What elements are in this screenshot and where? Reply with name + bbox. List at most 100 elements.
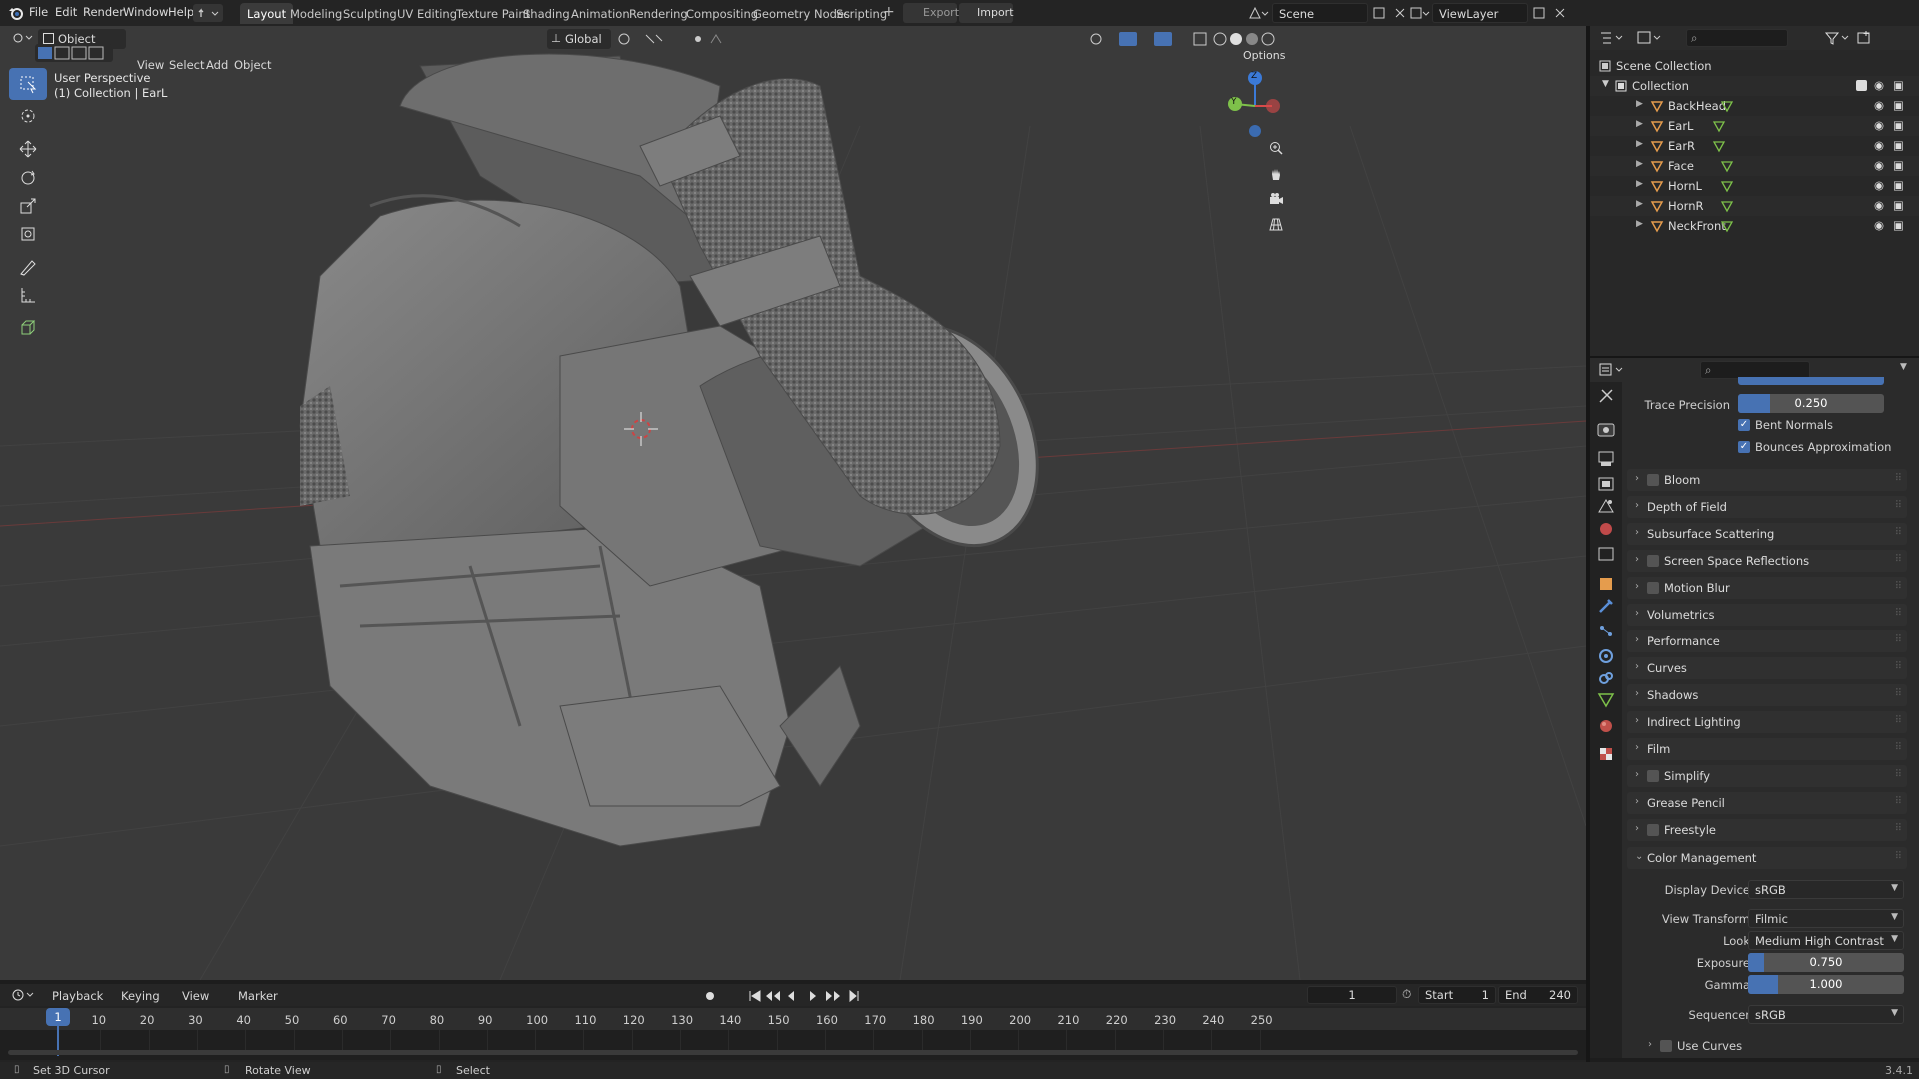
panel-subsurface-scattering[interactable]: › Subsurface Scattering ⠿ [1627, 522, 1907, 545]
panel-grip-icon[interactable]: ⠿ [1895, 742, 1902, 753]
panel-grip-icon[interactable]: ⠿ [1895, 500, 1902, 511]
visibility-eye-icon[interactable]: ◉ [1874, 98, 1884, 112]
panel-grip-icon[interactable]: ⠿ [1895, 796, 1902, 807]
outliner-object-row[interactable]: ▶ HornL ◉ ▣ [1590, 176, 1919, 196]
panel-enable-checkbox[interactable] [1647, 769, 1659, 782]
expand-object-icon[interactable]: ▶ [1636, 119, 1643, 129]
panel-grip-icon[interactable]: ⠿ [1895, 554, 1902, 565]
upload-menu-button[interactable] [193, 4, 223, 22]
render-camera-icon[interactable]: ▣ [1893, 118, 1904, 132]
panel-grip-icon[interactable]: ⠿ [1895, 634, 1902, 645]
timeline-menu-view[interactable]: View [182, 989, 209, 1003]
panel-film[interactable]: › Film ⠿ [1627, 738, 1907, 760]
navigation-gizmo[interactable]: Z Y [1220, 66, 1290, 146]
render-camera-icon[interactable]: ▣ [1893, 178, 1904, 192]
editor-type-icon[interactable] [10, 29, 36, 47]
scene-name-field[interactable]: Scene [1272, 3, 1368, 23]
expand-collection-icon[interactable]: ▼ [1602, 79, 1609, 89]
outliner-scene-collection-row[interactable]: Scene Collection [1590, 56, 1919, 76]
viewport-menu-object[interactable]: Object [234, 58, 271, 72]
stopwatch-icon[interactable]: ⏱ [1402, 987, 1411, 1002]
outliner-object-row[interactable]: ▶ EarR ◉ ▣ [1590, 136, 1919, 156]
panel-grip-icon[interactable]: ⠿ [1895, 473, 1902, 484]
gamma-slider[interactable]: 1.000 [1748, 975, 1904, 994]
new-collection-icon[interactable] [1856, 30, 1872, 46]
filter-icon[interactable] [1824, 30, 1854, 46]
panel-enable-checkbox[interactable] [1647, 823, 1659, 836]
expand-object-icon[interactable]: ▶ [1636, 179, 1643, 189]
timeline-menu-playback[interactable]: Playback [52, 989, 103, 1003]
playhead-frame-indicator[interactable]: 1 [46, 1008, 70, 1026]
view-transform-select[interactable]: Filmic ▼ [1748, 909, 1904, 928]
pan-hand-icon[interactable] [1263, 161, 1289, 187]
perspective-toggle-icon[interactable] [1263, 211, 1289, 237]
view-layer-buttons[interactable] [1530, 4, 1570, 22]
panel-grip-icon[interactable]: ⠿ [1895, 688, 1902, 699]
subpanel-use-curves[interactable]: › Use Curves [1640, 1036, 1910, 1056]
viewport-menu-add[interactable]: Add [206, 58, 228, 72]
scene-buttons[interactable] [1370, 4, 1410, 22]
bent-normals-checkbox[interactable]: ✓ [1738, 419, 1750, 431]
panel-performance[interactable]: › Performance ⠿ [1627, 630, 1907, 653]
blender-logo-icon[interactable] [8, 5, 24, 21]
mesh-data-icon[interactable] [1720, 199, 1734, 213]
panel-volumetrics[interactable]: › Volumetrics ⠿ [1627, 603, 1907, 626]
timeline-scrollbar[interactable] [8, 1050, 1578, 1055]
panel-grip-icon[interactable]: ⠿ [1895, 715, 1902, 726]
outliner-object-row[interactable]: ▶ HornR ◉ ▣ [1590, 196, 1919, 216]
export-button[interactable]: Export [903, 3, 959, 23]
render-camera-icon[interactable]: ▣ [1893, 138, 1904, 152]
outliner-object-row[interactable]: ▶ Face ◉ ▣ [1590, 156, 1919, 176]
menu-edit[interactable]: Edit [55, 5, 77, 19]
trace-precision-slider[interactable]: 0.250 [1738, 394, 1884, 413]
snap-pivot-icons[interactable] [616, 31, 736, 47]
select-box-tool[interactable] [9, 68, 47, 100]
current-frame-field[interactable]: 1 [1307, 986, 1397, 1004]
expand-object-icon[interactable]: ▶ [1636, 159, 1643, 169]
timeline-track[interactable] [0, 1030, 1586, 1060]
use-curves-checkbox[interactable] [1660, 1040, 1672, 1052]
render-camera-icon[interactable]: ▣ [1893, 218, 1904, 232]
visibility-eye-icon[interactable]: ◉ [1874, 198, 1884, 212]
panel-motion-blur[interactable]: › Motion Blur ⠿ [1627, 576, 1907, 599]
expand-object-icon[interactable]: ▶ [1636, 199, 1643, 209]
render-camera-icon[interactable]: ▣ [1893, 198, 1904, 212]
3d-viewport[interactable] [0, 26, 1586, 980]
render-camera-icon[interactable]: ▣ [1893, 78, 1904, 92]
scene-icon[interactable] [1247, 4, 1269, 22]
end-frame-field[interactable]: End 240 [1498, 986, 1578, 1004]
properties-editor-type-icon[interactable] [1598, 362, 1628, 378]
panel-grip-icon[interactable]: ⠿ [1895, 823, 1902, 834]
panel-freestyle[interactable]: › Freestyle ⠿ [1627, 818, 1907, 841]
select-mode-buttons[interactable] [35, 44, 113, 62]
visibility-eye-icon[interactable]: ◉ [1874, 218, 1884, 232]
menu-help[interactable]: Help [168, 5, 194, 19]
visibility-eye-icon[interactable]: ◉ [1874, 138, 1884, 152]
sequencer-select[interactable]: sRGB ▼ [1748, 1005, 1904, 1024]
expand-object-icon[interactable]: ▶ [1636, 99, 1643, 109]
viewport-menu-view[interactable]: View [137, 58, 164, 72]
panel-grip-icon[interactable]: ⠿ [1895, 769, 1902, 780]
mesh-data-icon[interactable] [1720, 179, 1734, 193]
transform-tool[interactable] [9, 218, 47, 250]
render-camera-icon[interactable]: ▣ [1893, 98, 1904, 112]
collection-checkbox[interactable] [1856, 80, 1867, 91]
panel-screen-space-reflections[interactable]: › Screen Space Reflections ⠿ [1627, 549, 1907, 572]
look-select[interactable]: Medium High Contrast ▼ [1748, 931, 1904, 950]
move-tool[interactable] [9, 133, 47, 165]
visibility-eye-icon[interactable]: ◉ [1874, 158, 1884, 172]
outliner-search-input[interactable]: ⌕ [1686, 29, 1788, 47]
camera-view-icon[interactable] [1263, 186, 1289, 212]
panel-grease-pencil[interactable]: › Grease Pencil ⠿ [1627, 791, 1907, 814]
panel-grip-icon[interactable]: ⠿ [1895, 851, 1902, 862]
outliner-collection-row[interactable]: ▼ Collection ◉ ▣ [1590, 76, 1919, 96]
panel-curves[interactable]: › Curves ⠿ [1627, 657, 1907, 680]
view-layer-icon[interactable] [1408, 4, 1430, 22]
outliner-object-row[interactable]: ▶ NeckFront ◉ ▣ [1590, 216, 1919, 236]
menu-render[interactable]: Render [83, 5, 124, 19]
timeline-menu-marker[interactable]: Marker [238, 989, 278, 1003]
panel-depth-of-field[interactable]: › Depth of Field ⠿ [1627, 495, 1907, 518]
properties-options-chevron-icon[interactable]: ▼ [1900, 362, 1907, 372]
outliner-editor-type-icon[interactable] [1598, 30, 1628, 46]
expand-object-icon[interactable]: ▶ [1636, 219, 1643, 229]
